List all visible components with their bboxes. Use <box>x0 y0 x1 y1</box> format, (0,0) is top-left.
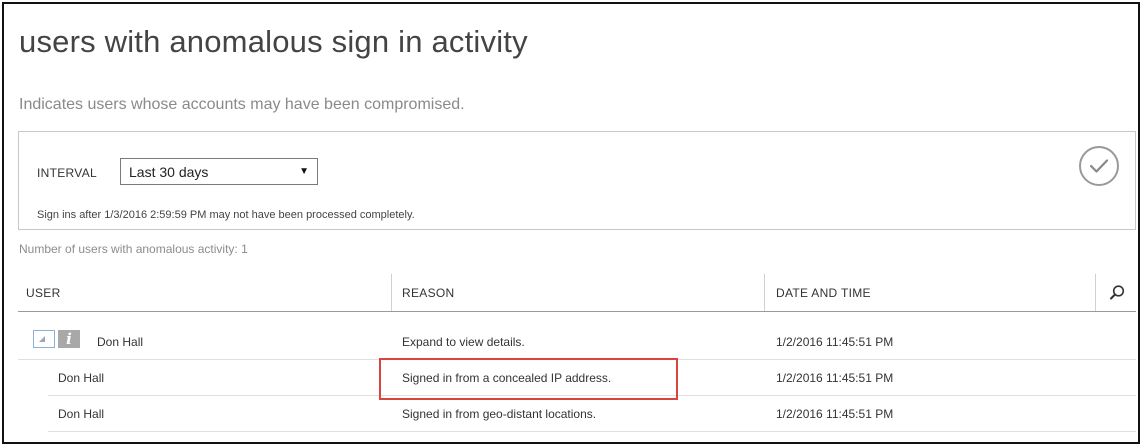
column-divider <box>1095 274 1096 311</box>
interval-selected-value: Last 30 days <box>129 163 209 180</box>
table-row[interactable]: Don Hall Signed in from geo-distant loca… <box>18 396 1136 432</box>
reason-cell: Expand to view details. <box>402 335 525 349</box>
expand-toggle[interactable] <box>33 330 55 348</box>
reason-cell: Signed in from geo-distant locations. <box>402 407 597 421</box>
report-panel: users with anomalous sign in activity In… <box>2 2 1140 444</box>
search-icon <box>1110 285 1125 300</box>
anomalous-user-count: Number of users with anomalous activity:… <box>19 242 248 256</box>
filter-panel: INTERVAL Last 30 days ▼ Sign ins after 1… <box>18 131 1136 230</box>
table-row[interactable]: i Don Hall Expand to view details. 1/2/2… <box>18 324 1136 360</box>
checkmark-icon <box>1089 159 1109 173</box>
column-divider <box>391 274 392 311</box>
interval-dropdown[interactable]: Last 30 days ▼ <box>120 158 318 185</box>
datetime-cell: 1/2/2016 11:45:51 PM <box>776 335 894 349</box>
reason-highlight-box <box>379 358 678 400</box>
column-header-user[interactable]: USER <box>26 286 61 300</box>
user-cell: Don Hall <box>97 335 144 349</box>
table-header: USER REASON DATE AND TIME <box>18 274 1136 312</box>
apply-button[interactable] <box>1079 146 1119 186</box>
chevron-down-icon: ▼ <box>299 166 309 177</box>
page-title: users with anomalous sign in activity <box>19 24 528 59</box>
processing-notice: Sign ins after 1/3/2016 2:59:59 PM may n… <box>37 209 415 221</box>
info-icon: i <box>58 330 80 348</box>
interval-label: INTERVAL <box>37 166 97 180</box>
column-header-datetime[interactable]: DATE AND TIME <box>776 286 871 300</box>
row-divider <box>48 431 1136 432</box>
search-button[interactable] <box>1105 282 1129 304</box>
user-cell: Don Hall <box>58 371 105 385</box>
user-cell: Don Hall <box>58 407 105 421</box>
column-header-reason[interactable]: REASON <box>402 286 454 300</box>
page-subtitle: Indicates users whose accounts may have … <box>19 96 465 113</box>
datetime-cell: 1/2/2016 11:45:51 PM <box>776 371 894 385</box>
datetime-cell: 1/2/2016 11:45:51 PM <box>776 407 894 421</box>
expand-triangle-icon <box>39 336 45 342</box>
column-divider <box>764 274 765 311</box>
